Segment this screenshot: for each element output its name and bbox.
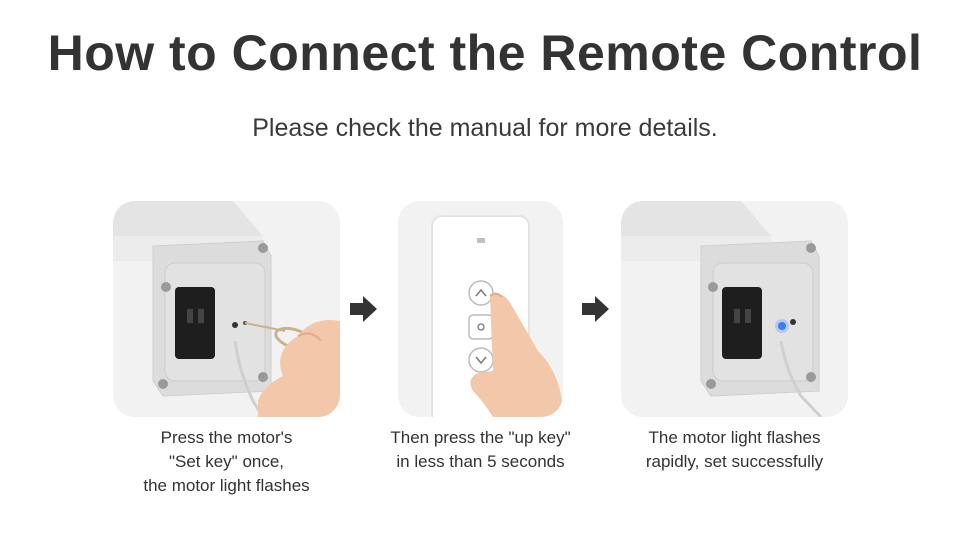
arrow-right-icon <box>350 295 378 323</box>
caption-line: in less than 5 seconds <box>396 452 565 471</box>
caption-line: rapidly, set successfully <box>645 452 824 471</box>
step-1-image <box>113 201 340 417</box>
caption-line: the motor light flashes <box>143 476 310 495</box>
caption-line: Press the motor's <box>160 428 293 447</box>
caption-line: "Set key" once, <box>168 452 285 471</box>
page-title: How to Connect the Remote Control <box>47 25 923 81</box>
step-2-image <box>398 201 563 417</box>
step-1-caption: Press the motor's "Set key" once, the mo… <box>103 426 350 498</box>
step-3-image <box>621 201 848 417</box>
caption-line: Then press the "up key" <box>390 428 571 447</box>
page-subtitle: Please check the manual for more details… <box>252 114 718 142</box>
step-3-caption: The motor light flashes rapidly, set suc… <box>611 426 858 474</box>
caption-line: The motor light flashes <box>648 428 821 447</box>
arrow-right-icon <box>582 295 610 323</box>
step-2-caption: Then press the "up key" in less than 5 s… <box>358 426 603 474</box>
